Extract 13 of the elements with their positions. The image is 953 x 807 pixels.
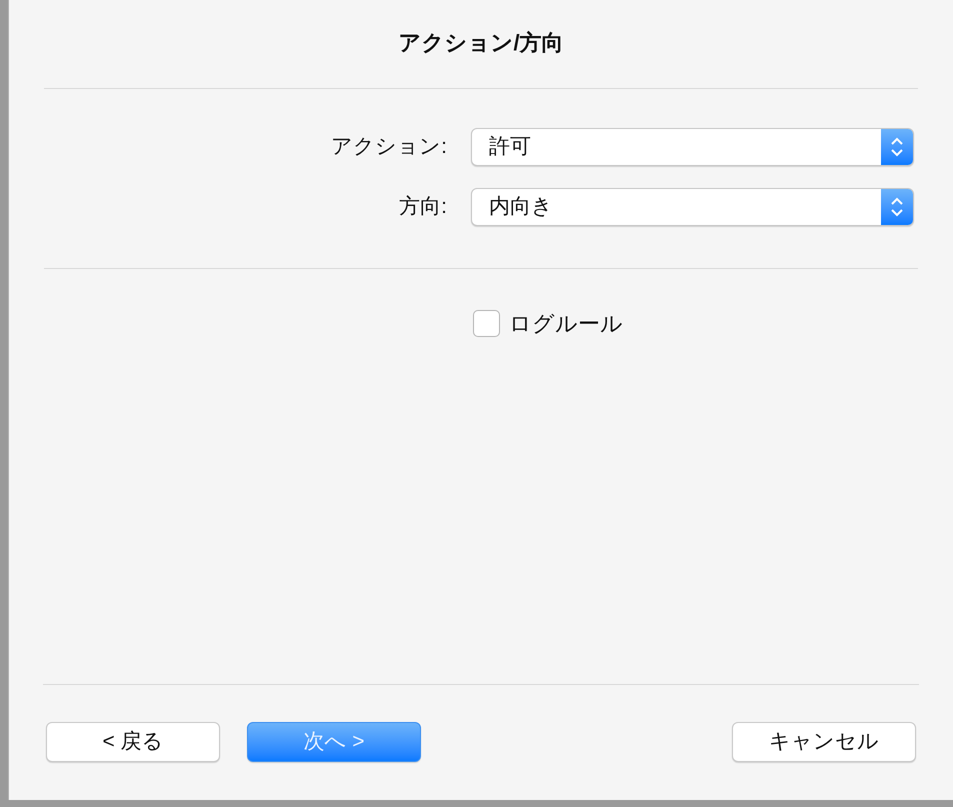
stepper-icon bbox=[890, 136, 904, 158]
checkbox[interactable] bbox=[473, 310, 500, 337]
field-label: アクション: bbox=[331, 134, 447, 160]
checkbox-label: ログルール bbox=[509, 310, 623, 337]
select-value: 許可 bbox=[488, 134, 532, 160]
dialog-title: アクション/方向 bbox=[398, 29, 564, 56]
popup-select[interactable]: 許可 bbox=[471, 128, 914, 166]
dialog-button[interactable]: < 戻る bbox=[46, 722, 220, 762]
stepper-icon bbox=[890, 196, 904, 218]
select-value: 内向き bbox=[488, 194, 554, 220]
popup-select[interactable]: 内向き bbox=[471, 188, 914, 226]
dialog-button[interactable]: キャンセル bbox=[732, 722, 916, 762]
field-label: 方向: bbox=[399, 194, 447, 220]
